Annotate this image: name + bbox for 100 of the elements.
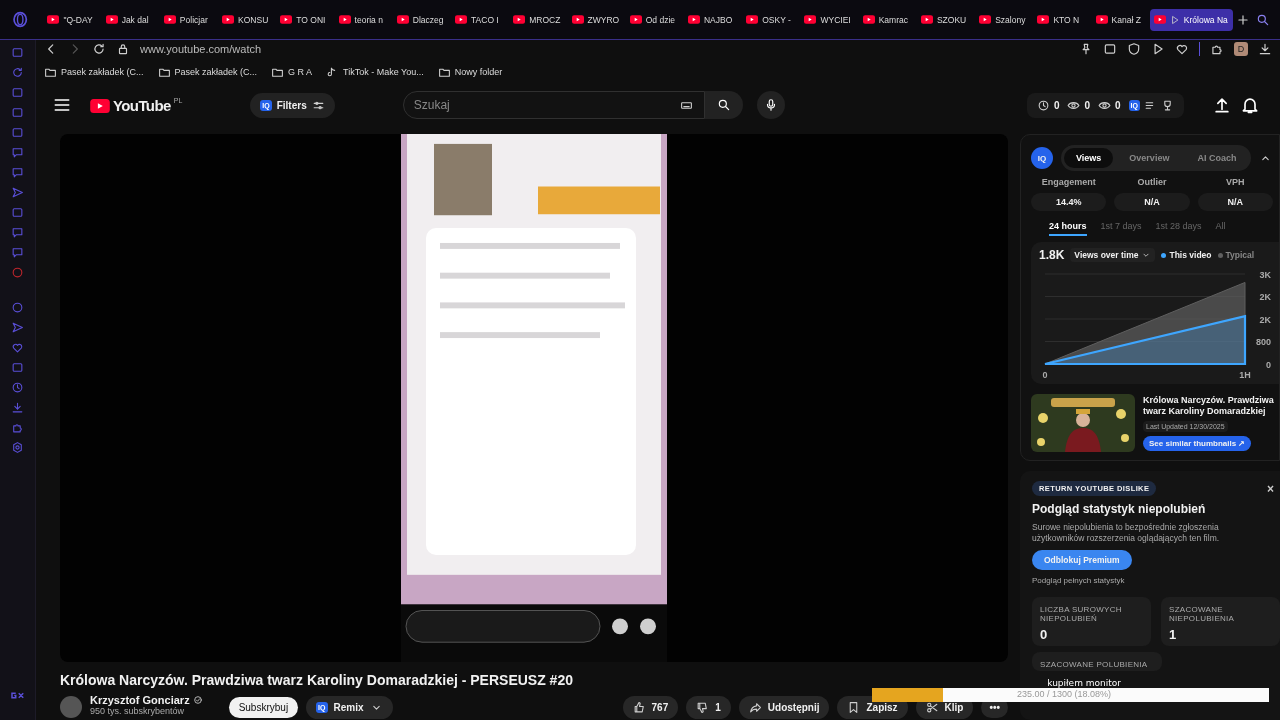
search-field[interactable]: Szukaj [402, 91, 705, 119]
extensions-icon[interactable] [1210, 42, 1224, 56]
play-icon[interactable] [1151, 42, 1165, 56]
browser-tab[interactable]: TACO I [451, 8, 507, 31]
keyboard-icon[interactable] [679, 99, 693, 112]
bookmark[interactable]: Pasek zakładek (C... [157, 65, 258, 79]
metric-label: Engagement [1041, 177, 1096, 187]
browser-tab[interactable]: teoria n [334, 8, 390, 31]
youtube-icon [862, 15, 875, 24]
browser-tab[interactable]: Kanał Z [1091, 8, 1147, 31]
pin-icon[interactable] [1079, 42, 1093, 56]
lock-icon [116, 42, 130, 56]
share-icon [748, 700, 762, 714]
stat-value: 1 [1169, 627, 1178, 643]
youtube-icon [513, 15, 526, 24]
browser-tab[interactable]: MROCZ [509, 8, 565, 31]
legend-label: This video [1169, 250, 1212, 260]
chat-bubble-icon[interactable] [11, 166, 24, 179]
channel-name[interactable]: Krzysztof Gonciarz [90, 694, 190, 706]
metric-label: VPH [1226, 177, 1245, 187]
browser-tab[interactable]: KTO N [1033, 8, 1089, 31]
browser-tab[interactable]: "Q-DAY [43, 8, 99, 31]
stat-label: SZACOWANE POLUBIENIA [1040, 660, 1149, 670]
panel-heading: Podgląd statystyk niepolubień [1032, 502, 1207, 516]
puzzle-icon[interactable] [11, 421, 24, 434]
browser-tab[interactable]: Policjar [159, 8, 216, 31]
counter: 0 [1115, 99, 1121, 111]
youtube-icon [1037, 15, 1050, 24]
tab[interactable]: Views [1064, 148, 1114, 168]
reload-icon[interactable] [92, 42, 106, 56]
browser-logo[interactable] [12, 11, 29, 28]
panel-description: Surowe niepolubienia to bezpośrednie zgłoszenia użytkowników rozszerzenia oglądających ten film. [1032, 522, 1221, 545]
channel-avatar[interactable] [60, 696, 82, 718]
thumb-up-icon [632, 700, 646, 714]
axis-label: 0 [1042, 370, 1048, 380]
clock-icon[interactable] [11, 381, 24, 394]
iq-badge[interactable]: IQ [1031, 147, 1053, 169]
subscribe-button[interactable]: Subskrybuj [228, 696, 299, 718]
clock-icon [1036, 98, 1050, 112]
counter: 0 [1053, 99, 1060, 111]
new-tab-icon[interactable] [1236, 12, 1251, 27]
settings-icon[interactable] [11, 441, 24, 454]
bookmark[interactable]: Pasek zakładek (C... [44, 65, 144, 79]
bookmark[interactable]: Nowy folder [437, 65, 503, 79]
bookmark[interactable]: TikTok - Make You... [326, 65, 424, 79]
stat-label: LICZBA SUROWYCH NIEPOLUBIEŃ [1040, 605, 1123, 624]
legend-label: Typical [1225, 250, 1255, 260]
browser-tab[interactable]: Szalony [975, 8, 1031, 31]
tab[interactable]: AI Coach [1185, 148, 1249, 168]
browser-tab[interactable]: WYCIEI [800, 8, 856, 31]
paper-plane-icon[interactable] [11, 186, 24, 199]
browser-tab[interactable]: NAJBO [683, 8, 740, 31]
full-stats-link[interactable]: Podgląd pełnych statystyk [1032, 576, 1280, 586]
heart-icon[interactable] [1175, 42, 1189, 56]
bell-icon[interactable] [1240, 95, 1260, 115]
browser-tab[interactable]: SZOKU [916, 8, 973, 31]
stat-label: SZACOWANE NIEPOLUBIENIA [1169, 605, 1236, 624]
metric-dropdown[interactable]: Views over time [1070, 248, 1156, 262]
youtube-icon [47, 15, 60, 24]
dislike-button[interactable]: 1 [686, 695, 731, 719]
youtube-logo-icon [90, 98, 110, 113]
metric-label: Outlier [1137, 177, 1167, 187]
share-button[interactable]: Udostępnij [738, 695, 830, 719]
refresh-icon[interactable] [11, 66, 24, 79]
stat-value: 0 [1040, 627, 1049, 643]
bookmark[interactable]: G R A [271, 65, 313, 79]
trophy-icon[interactable] [1161, 98, 1174, 112]
search-icon[interactable] [1256, 12, 1271, 27]
close-button[interactable]: × [1267, 481, 1274, 496]
browser-tab[interactable]: TO ONI [276, 8, 332, 31]
youtube-icon [687, 15, 700, 24]
browser-tab[interactable]: Kamrac [858, 8, 914, 31]
tab[interactable]: Overview [1117, 148, 1182, 168]
browser-tab[interactable]: Dlaczeg [392, 8, 449, 31]
shield-icon[interactable] [1127, 42, 1141, 56]
browser-tab[interactable]: Jak dal [101, 8, 157, 31]
upload-icon[interactable] [1212, 95, 1232, 115]
profile-avatar[interactable]: D [1234, 42, 1248, 56]
browser-tab[interactable]: Od dzie [625, 8, 681, 31]
axis-label: 3K [1259, 269, 1271, 280]
counter: 0 [1084, 99, 1091, 111]
browser-tab[interactable]: Królowa Na [1149, 8, 1234, 31]
send-icon[interactable] [11, 321, 24, 334]
youtube-icon [1153, 15, 1166, 24]
browser-tab[interactable]: ZWYRO [567, 8, 623, 31]
address-field[interactable]: www.youtube.com/watch [140, 43, 262, 55]
similar-thumbnails-button[interactable]: See similar thumbnails ↗ [1143, 436, 1252, 452]
youtube-icon [455, 15, 468, 24]
search-button[interactable] [704, 91, 743, 119]
gx-icon[interactable] [8, 691, 27, 700]
like-button[interactable]: 767 [622, 695, 679, 719]
search-icon [716, 98, 731, 112]
period-tab[interactable]: 24 hours [1049, 221, 1087, 236]
circle-icon[interactable] [11, 266, 24, 279]
browser-tab[interactable]: KONSU [218, 8, 274, 31]
youtube-icon [338, 15, 351, 24]
axis-label: 0 [1266, 359, 1271, 370]
browser-tab[interactable]: OSKY - [742, 8, 798, 31]
axis-label: 1H [1239, 370, 1251, 380]
mic-button[interactable] [756, 91, 785, 119]
